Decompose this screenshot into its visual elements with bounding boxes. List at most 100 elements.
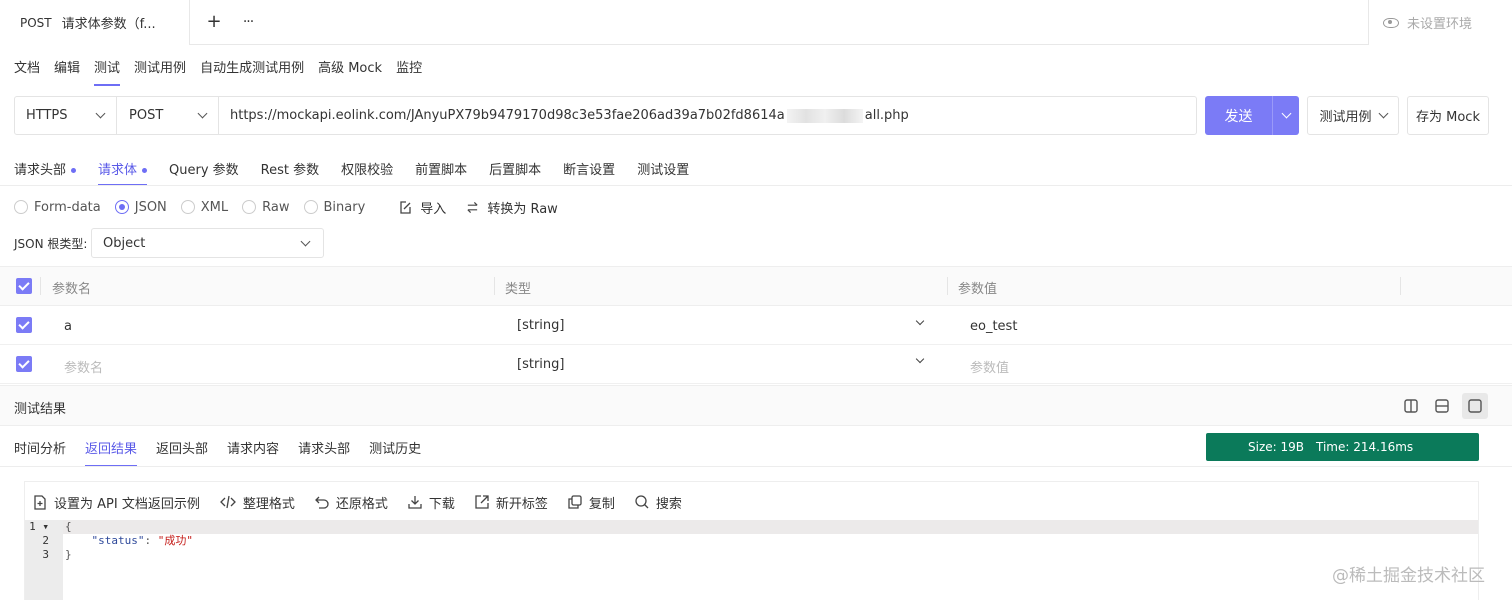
tool-label: 还原格式 bbox=[335, 496, 388, 512]
split-vertical-icon bbox=[1404, 399, 1418, 413]
header-value: 参数值 bbox=[958, 282, 998, 297]
result-tabs: 时间分析 返回结果 返回头部 请求内容 请求头部 测试历史 bbox=[14, 436, 440, 467]
param-name-input[interactable]: 参数名 bbox=[64, 357, 103, 376]
save-as-mock-button[interactable]: 存为 Mock bbox=[1407, 96, 1489, 135]
test-case-dropdown[interactable]: 测试用例 bbox=[1307, 96, 1399, 135]
param-name-input[interactable]: a bbox=[64, 319, 72, 334]
add-file-icon bbox=[34, 494, 46, 510]
split-vertical-button[interactable] bbox=[1401, 396, 1421, 416]
radio-binary[interactable]: Binary bbox=[303, 200, 365, 215]
url-suffix: all.php bbox=[864, 108, 909, 123]
radio-json[interactable]: JSON bbox=[114, 199, 167, 215]
header-param-name: 参数名 bbox=[52, 282, 92, 297]
tab-title: 请求体参数（f... bbox=[61, 17, 156, 32]
environment-label: 未设置环境 bbox=[1407, 17, 1473, 32]
tool-label: 设置为 API 文档返回示例 bbox=[54, 496, 200, 512]
radio-label: XML bbox=[200, 199, 229, 215]
tool-label: 新开标签 bbox=[495, 496, 548, 512]
convert-to-raw-button[interactable]: 转换为 Raw bbox=[466, 198, 558, 217]
tab-label: 请求体 bbox=[98, 162, 138, 178]
method-select[interactable]: POST bbox=[117, 97, 219, 134]
copy-button[interactable]: 复制 bbox=[568, 493, 615, 512]
radio-xml[interactable]: XML bbox=[180, 199, 229, 215]
tool-label: 搜索 bbox=[655, 496, 682, 512]
request-tab[interactable]: POST 请求体参数（f... bbox=[0, 0, 190, 45]
tab-test-settings[interactable]: 测试设置 bbox=[637, 155, 689, 186]
param-value-input[interactable]: eo_test bbox=[970, 319, 1017, 334]
set-as-example-button[interactable]: 设置为 API 文档返回示例 bbox=[33, 493, 200, 512]
row-checkbox[interactable] bbox=[16, 356, 32, 372]
nav-test[interactable]: 测试 bbox=[94, 56, 121, 86]
radio-circle bbox=[303, 200, 318, 214]
tool-label: 下载 bbox=[428, 496, 455, 512]
import-icon bbox=[400, 200, 411, 214]
chevron-down-icon bbox=[1378, 108, 1388, 119]
chevron-down-icon bbox=[300, 236, 311, 246]
json-root-select[interactable]: Object bbox=[91, 228, 324, 258]
line-numbers: 1 ▾ 2 3 bbox=[25, 520, 63, 600]
url-input[interactable]: https://mockapi.eolink.com/JAnyuPX79b947… bbox=[219, 97, 1196, 134]
tab-bar bbox=[0, 0, 1512, 45]
external-link-icon bbox=[475, 495, 489, 509]
response-code-editor[interactable]: { "status": "成功" } bbox=[63, 520, 1478, 600]
radio-circle bbox=[14, 200, 28, 214]
header-type: 类型 bbox=[505, 282, 532, 297]
search-icon bbox=[635, 495, 649, 509]
more-tabs-button[interactable]: ··· bbox=[237, 10, 259, 34]
chevron-down-icon bbox=[915, 316, 925, 326]
tab-pre-script[interactable]: 前置脚本 bbox=[415, 155, 467, 186]
download-button[interactable]: 下载 bbox=[408, 493, 455, 512]
tab-request-content[interactable]: 请求内容 bbox=[227, 436, 279, 467]
environment-selector[interactable]: 未设置环境 bbox=[1368, 0, 1512, 45]
divider bbox=[0, 466, 1512, 467]
nav-auto-generate[interactable]: 自动生成测试用例 bbox=[200, 56, 304, 86]
single-panel-button[interactable] bbox=[1462, 393, 1488, 419]
code-line: { bbox=[63, 520, 1478, 534]
test-case-label: 测试用例 bbox=[1319, 110, 1372, 125]
nav-edit[interactable]: 编辑 bbox=[54, 56, 80, 86]
url-bar: HTTPS POST https://mockapi.eolink.com/JA… bbox=[14, 96, 1197, 135]
nav-monitor[interactable]: 监控 bbox=[396, 56, 422, 86]
send-button[interactable]: 发送 bbox=[1205, 96, 1273, 135]
radio-form-data[interactable]: Form-data bbox=[14, 200, 101, 215]
tab-rest-params[interactable]: Rest 参数 bbox=[261, 155, 319, 186]
main-nav: 文档 编辑 测试 测试用例 自动生成测试用例 高级 Mock 监控 bbox=[14, 56, 436, 86]
send-options-button[interactable] bbox=[1273, 96, 1299, 135]
request-sub-tabs: 请求头部 请求体 Query 参数 Rest 参数 权限校验 前置脚本 后置脚本… bbox=[14, 155, 711, 186]
indicator-dot bbox=[142, 168, 148, 173]
indicator-dot bbox=[71, 168, 77, 173]
format-button[interactable]: 整理格式 bbox=[219, 493, 295, 512]
method-value: POST bbox=[129, 108, 164, 123]
restore-format-button[interactable]: 还原格式 bbox=[314, 493, 388, 512]
import-button[interactable]: 导入 bbox=[399, 198, 446, 217]
tab-response-headers[interactable]: 返回头部 bbox=[156, 436, 208, 467]
open-new-tab-button[interactable]: 新开标签 bbox=[475, 493, 548, 512]
tab-post-script[interactable]: 后置脚本 bbox=[489, 155, 541, 186]
protocol-select[interactable]: HTTPS bbox=[15, 97, 117, 134]
split-horizontal-button[interactable] bbox=[1432, 396, 1452, 416]
param-type-select[interactable]: [string] bbox=[517, 357, 564, 372]
tab-request-body[interactable]: 请求体 bbox=[98, 155, 148, 186]
response-time: Time: 214.16ms bbox=[1316, 440, 1414, 454]
radio-label: JSON bbox=[134, 199, 167, 215]
add-tab-button[interactable]: + bbox=[203, 10, 225, 34]
nav-advanced-mock[interactable]: 高级 Mock bbox=[318, 56, 382, 86]
tab-request-headers[interactable]: 请求头部 bbox=[14, 155, 77, 186]
nav-test-cases[interactable]: 测试用例 bbox=[134, 56, 186, 86]
search-button[interactable]: 搜索 bbox=[635, 493, 682, 512]
tab-query-params[interactable]: Query 参数 bbox=[169, 155, 239, 186]
radio-raw[interactable]: Raw bbox=[242, 200, 290, 215]
tab-request-headers-result[interactable]: 请求头部 bbox=[298, 436, 350, 467]
row-checkbox[interactable] bbox=[16, 317, 32, 333]
tab-auth[interactable]: 权限校验 bbox=[341, 155, 393, 186]
response-toolbar: 设置为 API 文档返回示例 整理格式 还原格式 下载 新开标签 复制 搜索 bbox=[33, 491, 702, 513]
param-value-input[interactable]: 参数值 bbox=[970, 357, 1009, 376]
select-all-checkbox[interactable] bbox=[16, 278, 32, 294]
import-label: 导入 bbox=[420, 201, 447, 217]
tab-assertions[interactable]: 断言设置 bbox=[563, 155, 615, 186]
tab-test-history[interactable]: 测试历史 bbox=[369, 436, 421, 467]
param-type-select[interactable]: [string] bbox=[517, 318, 564, 333]
nav-docs[interactable]: 文档 bbox=[14, 56, 40, 86]
tab-response-body[interactable]: 返回结果 bbox=[85, 436, 138, 467]
tab-time-analysis[interactable]: 时间分析 bbox=[14, 436, 66, 467]
